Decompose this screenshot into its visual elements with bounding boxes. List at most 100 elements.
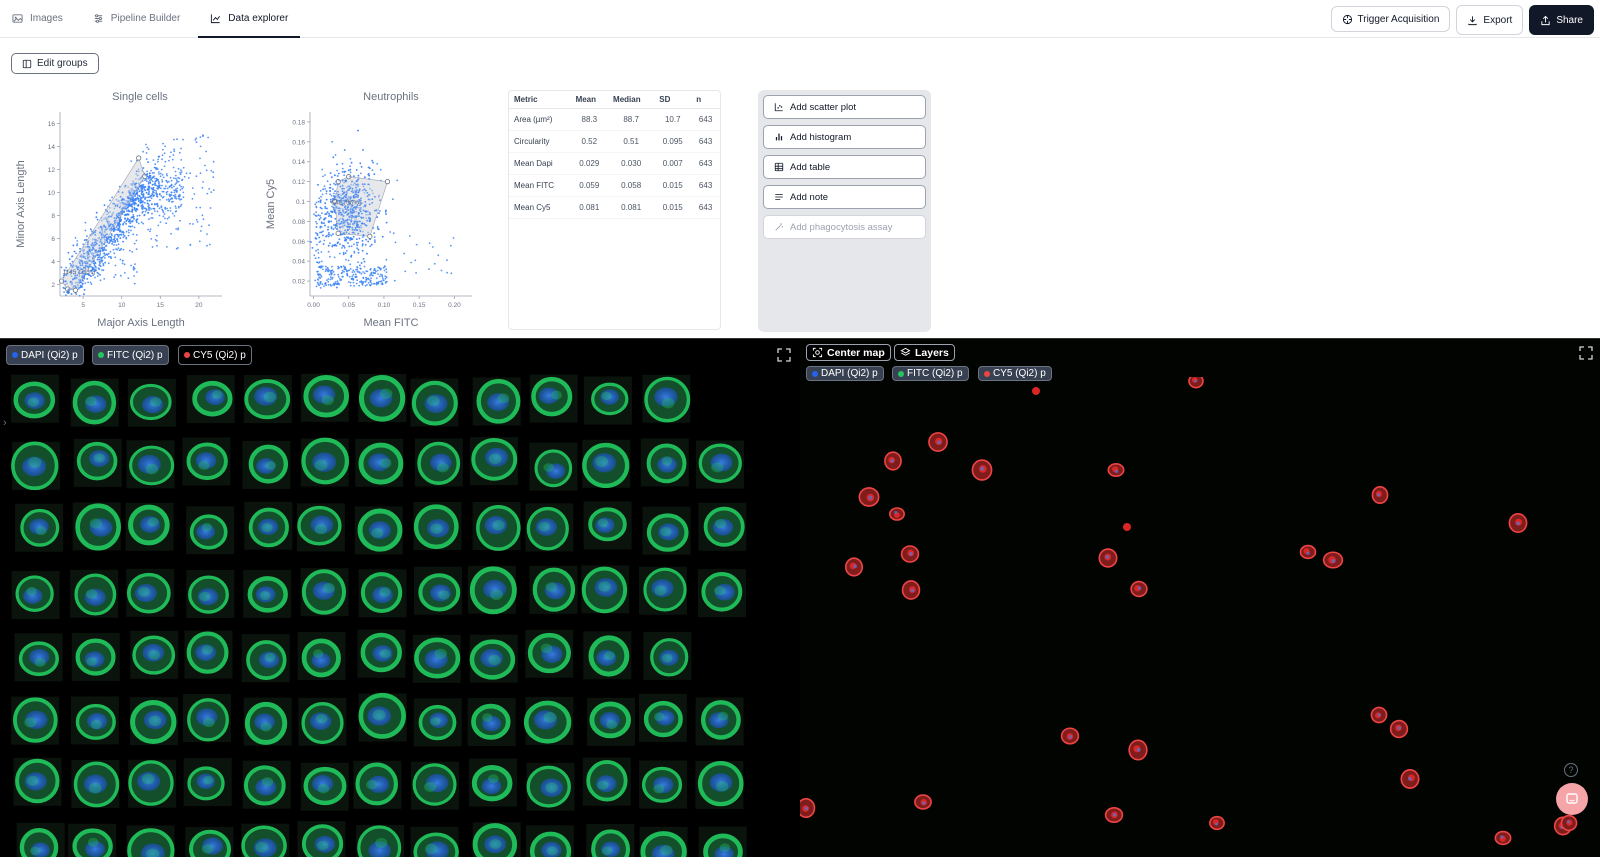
cell-gallery[interactable]: DAPI (Qi2) p FITC (Qi2) p CY5 (Qi2) p › (0, 339, 800, 857)
add-note-button[interactable]: Add note (763, 185, 926, 209)
cell-thumbnail[interactable] (529, 442, 578, 491)
cell-thumbnail[interactable] (414, 438, 463, 487)
cell-thumbnail[interactable] (586, 824, 635, 857)
cell-thumbnail[interactable] (472, 502, 521, 551)
export-button[interactable]: Export (1456, 5, 1524, 35)
cell-thumbnail[interactable] (529, 565, 578, 614)
viewer-cell[interactable] (1098, 548, 1118, 568)
cell-thumbnail[interactable] (126, 568, 175, 617)
cell-thumbnail[interactable] (185, 827, 234, 857)
cell-thumbnail[interactable] (241, 634, 290, 683)
cell-thumbnail[interactable] (472, 822, 521, 857)
viewer-cell[interactable] (900, 545, 920, 563)
cell-thumbnail[interactable] (582, 439, 631, 489)
center-map-button[interactable]: Center map (806, 344, 891, 361)
cell-thumbnail[interactable] (467, 698, 516, 746)
viewer-cell[interactable] (1400, 769, 1420, 789)
viewer-cell[interactable] (1322, 551, 1344, 569)
cell-thumbnail[interactable] (583, 376, 632, 425)
cell-thumbnail[interactable] (71, 760, 120, 808)
add-table-button[interactable]: Add table (763, 155, 926, 179)
cell-thumbnail[interactable] (529, 374, 578, 423)
cell-thumbnail[interactable] (582, 757, 631, 806)
cell-thumbnail[interactable] (70, 569, 119, 618)
viewer-cell[interactable] (1389, 719, 1409, 739)
cell-thumbnail[interactable] (411, 761, 459, 810)
cell-thumbnail[interactable] (413, 698, 462, 747)
cell-thumbnail[interactable] (130, 697, 178, 746)
cell-thumbnail[interactable] (241, 823, 290, 857)
cell-thumbnail[interactable] (300, 437, 349, 487)
cell-thumbnail[interactable] (300, 568, 349, 617)
expand-viewer-icon[interactable] (1578, 345, 1594, 361)
cell-thumbnail[interactable] (583, 631, 632, 680)
viewer-cell[interactable] (1508, 513, 1528, 533)
cell-thumbnail[interactable] (183, 694, 231, 742)
cell-thumbnail[interactable] (356, 825, 405, 857)
cell-thumbnail[interactable] (128, 759, 177, 808)
add-histogram-button[interactable]: Add histogram (763, 125, 926, 149)
viewer-cell[interactable] (889, 507, 905, 521)
viewer-cell[interactable] (928, 432, 948, 452)
cell-thumbnail[interactable] (126, 440, 175, 489)
cell-thumbnail[interactable] (642, 506, 691, 555)
cell-thumbnail[interactable] (410, 378, 459, 427)
edit-groups-button[interactable]: Edit groups (11, 53, 99, 74)
neutrophils-scatter[interactable]: 0.00 0.05 0.10 0.15 0.20 0.02 0.04 0.06 0.08 0.1 0… (258, 104, 488, 332)
cell-thumbnail[interactable] (14, 633, 63, 682)
cell-thumbnail[interactable] (587, 697, 635, 746)
cell-thumbnail[interactable] (243, 375, 292, 423)
cell-thumbnail[interactable] (469, 634, 518, 683)
cell-thumbnail[interactable] (243, 697, 292, 746)
cell-thumbnail[interactable] (130, 630, 179, 679)
cell-thumbnail[interactable] (695, 697, 744, 746)
cell-thumbnail[interactable] (11, 696, 60, 745)
tab-pipeline-builder[interactable]: Pipeline Builder (81, 0, 193, 37)
viewer-channel-dapi-toggle[interactable]: DAPI (Qi2) p (806, 366, 884, 381)
cell-thumbnail[interactable] (244, 501, 293, 550)
cell-thumbnail[interactable] (643, 631, 692, 680)
cell-thumbnail[interactable] (642, 374, 691, 423)
viewer-cell[interactable] (1130, 580, 1148, 598)
viewer-cell[interactable] (1209, 815, 1225, 831)
cell-thumbnail[interactable] (640, 438, 689, 487)
cell-thumbnail[interactable] (70, 696, 119, 745)
viewer-channel-cy5-toggle[interactable]: CY5 (Qi2) p (978, 366, 1052, 381)
cell-thumbnail[interactable] (638, 693, 687, 742)
viewer-cell[interactable] (971, 459, 993, 481)
cell-thumbnail[interactable] (698, 826, 747, 857)
viewer-cell[interactable] (1370, 706, 1388, 724)
cell-thumbnail[interactable] (11, 441, 61, 491)
cell-thumbnail[interactable] (242, 440, 291, 489)
cell-thumbnail[interactable] (300, 373, 349, 422)
cell-thumbnail[interactable] (242, 760, 291, 809)
cell-thumbnail[interactable] (182, 437, 231, 486)
viewer-cell[interactable] (1299, 544, 1317, 560)
single-cells-scatter[interactable]: 5 10 15 20 2 4 6 8 10 12 14 16 Major Axis Length Mino… (8, 104, 238, 332)
tab-data-explorer[interactable]: Data explorer (198, 0, 301, 38)
trigger-acquisition-button[interactable]: Trigger Acquisition (1330, 6, 1451, 32)
cell-thumbnail[interactable] (469, 758, 517, 807)
cell-thumbnail[interactable] (184, 630, 233, 679)
viewer-cell[interactable] (844, 557, 864, 577)
microscopy-image[interactable] (800, 377, 1600, 857)
viewer-cell[interactable] (1107, 462, 1125, 478)
cell-thumbnail[interactable] (296, 503, 345, 552)
cell-thumbnail[interactable] (353, 760, 402, 809)
cell-thumbnail[interactable] (70, 378, 119, 427)
viewer-cell[interactable] (901, 580, 921, 600)
expand-gallery-icon[interactable] (776, 347, 792, 363)
viewer-cell[interactable] (1060, 727, 1080, 745)
cell-thumbnail[interactable] (414, 566, 462, 615)
viewer-cell[interactable] (1560, 814, 1578, 832)
cell-thumbnail[interactable] (71, 633, 120, 681)
cell-thumbnail[interactable] (11, 374, 59, 423)
cell-thumbnail[interactable] (639, 566, 687, 615)
viewer-cell[interactable] (884, 451, 902, 471)
share-button[interactable]: Share (1529, 5, 1594, 35)
cell-thumbnail[interactable] (410, 826, 459, 857)
viewer-channel-fitc-toggle[interactable]: FITC (Qi2) p (892, 366, 969, 381)
cell-thumbnail[interactable] (583, 501, 632, 550)
cell-thumbnail[interactable] (525, 825, 574, 857)
tab-images[interactable]: Images (0, 0, 75, 37)
